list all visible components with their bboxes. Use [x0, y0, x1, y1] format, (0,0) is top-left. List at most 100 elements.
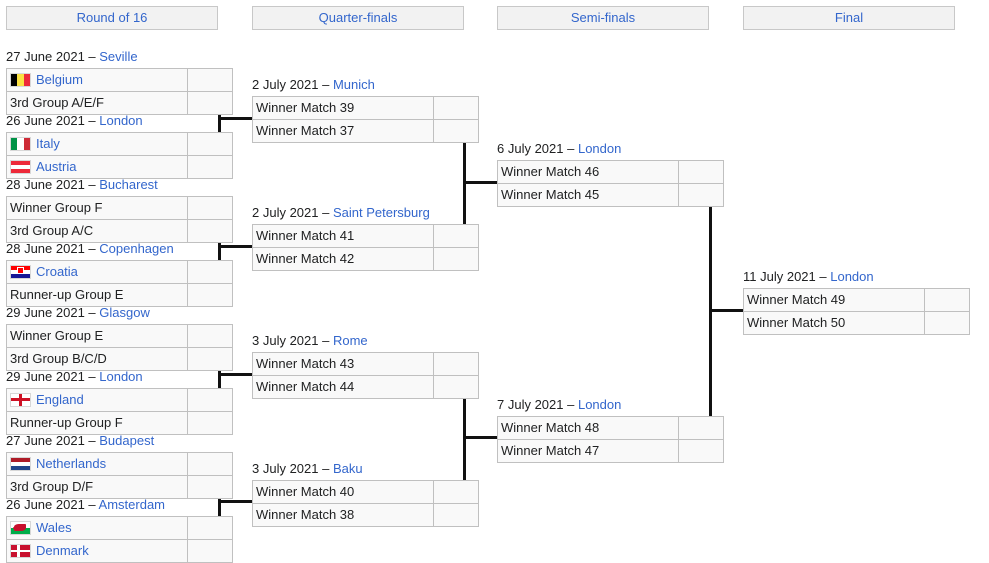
table-row[interactable]: Winner Match 50: [744, 312, 970, 335]
team-cell[interactable]: Winner Match 44: [253, 376, 434, 399]
score-cell[interactable]: [679, 161, 724, 184]
table-row[interactable]: Winner Match 47: [498, 440, 724, 463]
score-cell[interactable]: [188, 540, 233, 563]
team-cell[interactable]: Belgium: [7, 69, 188, 92]
team-cell[interactable]: Winner Match 46: [498, 161, 679, 184]
table-row[interactable]: Winner Match 41: [253, 225, 479, 248]
score-cell[interactable]: [434, 248, 479, 271]
table-row[interactable]: Winner Match 48: [498, 417, 724, 440]
team-cell[interactable]: Winner Match 38: [253, 504, 434, 527]
score-cell[interactable]: [434, 376, 479, 399]
table-row[interactable]: Winner Match 49: [744, 289, 970, 312]
team-cell[interactable]: Winner Match 49: [744, 289, 925, 312]
round-header-final: Final: [743, 6, 955, 30]
match-venue[interactable]: London: [99, 369, 142, 384]
team-cell[interactable]: Winner Group E: [7, 325, 188, 348]
flag-netherlands-icon: [10, 457, 31, 471]
match-venue[interactable]: Baku: [333, 461, 363, 476]
team-cell[interactable]: Winner Match 50: [744, 312, 925, 335]
match-date-dash: –: [319, 205, 333, 220]
table-row[interactable]: Winner Group F: [7, 197, 233, 220]
team-cell[interactable]: Denmark: [7, 540, 188, 563]
table-row[interactable]: Winner Group E: [7, 325, 233, 348]
team-cell[interactable]: Italy: [7, 133, 188, 156]
match-venue[interactable]: Budapest: [99, 433, 154, 448]
match-venue[interactable]: Munich: [333, 77, 375, 92]
team-cell[interactable]: Winner Match 39: [253, 97, 434, 120]
team-cell[interactable]: Winner Match 45: [498, 184, 679, 207]
score-cell[interactable]: [434, 504, 479, 527]
score-cell[interactable]: [434, 353, 479, 376]
score-cell[interactable]: [679, 417, 724, 440]
table-row[interactable]: Winner Match 44: [253, 376, 479, 399]
match-venue[interactable]: Amsterdam: [99, 497, 165, 512]
match-venue[interactable]: Rome: [333, 333, 368, 348]
team-name: Winner Match 37: [256, 121, 354, 141]
team-cell[interactable]: Winner Match 48: [498, 417, 679, 440]
match-sf-1: 6 July 2021 – London Winner Match 46 Win…: [497, 139, 724, 207]
table-row[interactable]: Winner Match 45: [498, 184, 724, 207]
team-cell[interactable]: Winner Match 41: [253, 225, 434, 248]
match-date: 28 June 2021 – Copenhagen: [6, 239, 233, 260]
table-row[interactable]: Wales: [7, 517, 233, 540]
score-cell[interactable]: [434, 120, 479, 143]
team-name: Winner Match 44: [256, 377, 354, 397]
match-venue[interactable]: London: [99, 113, 142, 128]
team-cell[interactable]: Winner Match 43: [253, 353, 434, 376]
team-cell[interactable]: Winner Match 47: [498, 440, 679, 463]
team-name: Wales: [36, 518, 72, 538]
table-row[interactable]: Winner Match 38: [253, 504, 479, 527]
match-venue[interactable]: London: [578, 397, 621, 412]
score-cell[interactable]: [188, 69, 233, 92]
flag-england-icon: [10, 393, 31, 407]
score-cell[interactable]: [188, 133, 233, 156]
team-name: Winner Match 38: [256, 505, 354, 525]
round-header-semi-finals: Semi-finals: [497, 6, 709, 30]
team-name: Winner Match 49: [747, 290, 845, 310]
match-date-text: 29 June 2021: [6, 305, 85, 320]
match-venue[interactable]: Bucharest: [99, 177, 158, 192]
match-venue[interactable]: Copenhagen: [99, 241, 173, 256]
team-cell[interactable]: Croatia: [7, 261, 188, 284]
score-cell[interactable]: [925, 312, 970, 335]
score-cell[interactable]: [188, 389, 233, 412]
match-venue[interactable]: London: [830, 269, 873, 284]
table-row[interactable]: England: [7, 389, 233, 412]
table-row[interactable]: Winner Match 46: [498, 161, 724, 184]
table-row[interactable]: Italy: [7, 133, 233, 156]
match-table: Winner Match 49 Winner Match 50: [743, 288, 970, 335]
team-cell[interactable]: Winner Match 40: [253, 481, 434, 504]
team-cell[interactable]: Wales: [7, 517, 188, 540]
score-cell[interactable]: [434, 97, 479, 120]
table-row[interactable]: Winner Match 40: [253, 481, 479, 504]
score-cell[interactable]: [679, 184, 724, 207]
score-cell[interactable]: [188, 453, 233, 476]
table-row[interactable]: Denmark: [7, 540, 233, 563]
table-row[interactable]: Winner Match 43: [253, 353, 479, 376]
match-venue[interactable]: Glasgow: [99, 305, 150, 320]
table-row[interactable]: Winner Match 37: [253, 120, 479, 143]
table-row[interactable]: Belgium: [7, 69, 233, 92]
table-row[interactable]: Winner Match 42: [253, 248, 479, 271]
score-cell[interactable]: [188, 517, 233, 540]
table-row[interactable]: Croatia: [7, 261, 233, 284]
match-venue[interactable]: Seville: [99, 49, 137, 64]
team-cell[interactable]: Winner Group F: [7, 197, 188, 220]
team-name: Winner Match 48: [501, 418, 599, 438]
team-cell[interactable]: Netherlands: [7, 453, 188, 476]
score-cell[interactable]: [679, 440, 724, 463]
score-cell[interactable]: [434, 481, 479, 504]
team-name: Runner-up Group E: [10, 285, 123, 305]
table-row[interactable]: Netherlands: [7, 453, 233, 476]
team-cell[interactable]: England: [7, 389, 188, 412]
match-venue[interactable]: London: [578, 141, 621, 156]
table-row[interactable]: Winner Match 39: [253, 97, 479, 120]
score-cell[interactable]: [188, 325, 233, 348]
score-cell[interactable]: [188, 197, 233, 220]
score-cell[interactable]: [188, 261, 233, 284]
score-cell[interactable]: [925, 289, 970, 312]
team-cell[interactable]: Winner Match 37: [253, 120, 434, 143]
match-venue[interactable]: Saint Petersburg: [333, 205, 430, 220]
team-cell[interactable]: Winner Match 42: [253, 248, 434, 271]
score-cell[interactable]: [434, 225, 479, 248]
